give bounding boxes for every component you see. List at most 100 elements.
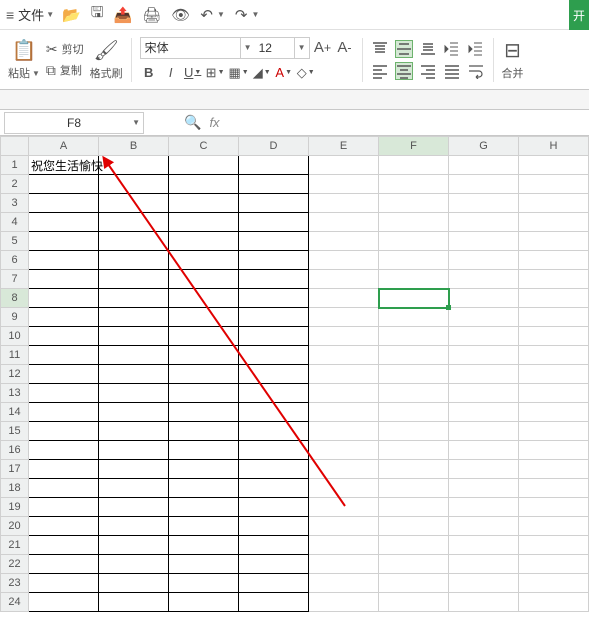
cell-D23[interactable] — [239, 574, 309, 593]
cell-D20[interactable] — [239, 517, 309, 536]
cell-F13[interactable] — [379, 384, 449, 403]
cell-A12[interactable] — [29, 365, 99, 384]
cell-B2[interactable] — [99, 175, 169, 194]
cell-G23[interactable] — [449, 574, 519, 593]
cell-C11[interactable] — [169, 346, 239, 365]
cell-H14[interactable] — [519, 403, 589, 422]
menu-icon[interactable]: ≡ — [6, 7, 14, 23]
row-header-9[interactable]: 9 — [1, 308, 29, 327]
cell-G21[interactable] — [449, 536, 519, 555]
align-center-button[interactable] — [395, 62, 413, 80]
cell-C9[interactable] — [169, 308, 239, 327]
cell-D5[interactable] — [239, 232, 309, 251]
cell-G11[interactable] — [449, 346, 519, 365]
chevron-down-icon[interactable]: ▼ — [251, 10, 259, 19]
paste-button[interactable]: 📋 粘贴 ▼ — [8, 38, 40, 81]
cell-E13[interactable] — [309, 384, 379, 403]
cell-G12[interactable] — [449, 365, 519, 384]
row-header-20[interactable]: 20 — [1, 517, 29, 536]
cell-F17[interactable] — [379, 460, 449, 479]
cell-C5[interactable] — [169, 232, 239, 251]
cell-H10[interactable] — [519, 327, 589, 346]
increase-indent-button[interactable] — [467, 40, 485, 58]
cell-F1[interactable] — [379, 156, 449, 175]
cell-D14[interactable] — [239, 403, 309, 422]
cell-H12[interactable] — [519, 365, 589, 384]
cell-F20[interactable] — [379, 517, 449, 536]
cell-D24[interactable] — [239, 593, 309, 612]
cell-B22[interactable] — [99, 555, 169, 574]
row-header-17[interactable]: 17 — [1, 460, 29, 479]
row-header-22[interactable]: 22 — [1, 555, 29, 574]
cell-G9[interactable] — [449, 308, 519, 327]
wrap-text-button[interactable] — [467, 62, 485, 80]
cell-B3[interactable] — [99, 194, 169, 213]
cell-H5[interactable] — [519, 232, 589, 251]
cell-F22[interactable] — [379, 555, 449, 574]
chevron-down-icon[interactable]: ▼ — [295, 43, 309, 52]
cell-G13[interactable] — [449, 384, 519, 403]
row-header-1[interactable]: 1 — [1, 156, 29, 175]
cell-H7[interactable] — [519, 270, 589, 289]
cell-F21[interactable] — [379, 536, 449, 555]
cell-A4[interactable] — [29, 213, 99, 232]
cell-E6[interactable] — [309, 251, 379, 270]
cell-A23[interactable] — [29, 574, 99, 593]
select-all-corner[interactable] — [1, 137, 29, 156]
cell-D15[interactable] — [239, 422, 309, 441]
row-header-24[interactable]: 24 — [1, 593, 29, 612]
cell-A2[interactable] — [29, 175, 99, 194]
cell-F2[interactable] — [379, 175, 449, 194]
cell-D4[interactable] — [239, 213, 309, 232]
cell-F18[interactable] — [379, 479, 449, 498]
cell-D17[interactable] — [239, 460, 309, 479]
cell-E2[interactable] — [309, 175, 379, 194]
cell-F10[interactable] — [379, 327, 449, 346]
cell-A8[interactable] — [29, 289, 99, 308]
row-header-5[interactable]: 5 — [1, 232, 29, 251]
cell-C1[interactable] — [169, 156, 239, 175]
cell-B18[interactable] — [99, 479, 169, 498]
cell-F3[interactable] — [379, 194, 449, 213]
cell-F4[interactable] — [379, 213, 449, 232]
cell-C10[interactable] — [169, 327, 239, 346]
cell-H17[interactable] — [519, 460, 589, 479]
cell-E12[interactable] — [309, 365, 379, 384]
cell-D11[interactable] — [239, 346, 309, 365]
cell-B7[interactable] — [99, 270, 169, 289]
cut-button[interactable]: ✂ 剪切 — [46, 41, 84, 58]
cell-F5[interactable] — [379, 232, 449, 251]
cell-E3[interactable] — [309, 194, 379, 213]
font-selector[interactable]: 宋体 ▼ 12 ▼ — [140, 37, 310, 59]
cell-C16[interactable] — [169, 441, 239, 460]
cell-C12[interactable] — [169, 365, 239, 384]
cell-E8[interactable] — [309, 289, 379, 308]
cell-H24[interactable] — [519, 593, 589, 612]
cell-G18[interactable] — [449, 479, 519, 498]
cell-A19[interactable] — [29, 498, 99, 517]
cell-G4[interactable] — [449, 213, 519, 232]
cell-G14[interactable] — [449, 403, 519, 422]
cell-H22[interactable] — [519, 555, 589, 574]
cell-B24[interactable] — [99, 593, 169, 612]
cell-D2[interactable] — [239, 175, 309, 194]
file-menu[interactable]: 文件 ▼ — [18, 5, 54, 24]
underline-button[interactable]: U▼ — [184, 63, 202, 83]
font-color-button[interactable]: A▼ — [275, 63, 293, 83]
cell-E4[interactable] — [309, 213, 379, 232]
cell-D1[interactable] — [239, 156, 309, 175]
cell-B11[interactable] — [99, 346, 169, 365]
row-header-15[interactable]: 15 — [1, 422, 29, 441]
cell-D12[interactable] — [239, 365, 309, 384]
cell-E19[interactable] — [309, 498, 379, 517]
cell-B19[interactable] — [99, 498, 169, 517]
spreadsheet-grid[interactable]: ABCDEFGH1祝您生活愉快2345678910111213141516171… — [0, 136, 589, 612]
cell-A16[interactable] — [29, 441, 99, 460]
cell-G19[interactable] — [449, 498, 519, 517]
cell-C17[interactable] — [169, 460, 239, 479]
cell-C20[interactable] — [169, 517, 239, 536]
row-header-2[interactable]: 2 — [1, 175, 29, 194]
cell-B13[interactable] — [99, 384, 169, 403]
cell-F7[interactable] — [379, 270, 449, 289]
cell-D6[interactable] — [239, 251, 309, 270]
